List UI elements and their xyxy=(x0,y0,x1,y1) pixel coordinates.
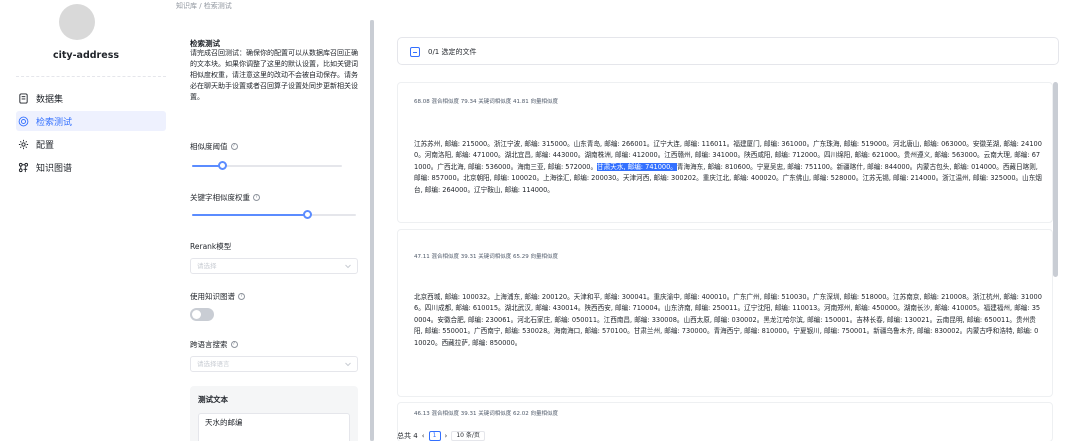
sidebar: city-address 数据集 检索测试 配置 知识图谱 xyxy=(0,0,172,441)
chevron-down-icon xyxy=(345,264,351,269)
similarity-scores: 47.11 混合相似度 39.31 关键词相似度 65.29 向量相似度 xyxy=(414,254,558,260)
result-card: 68.08 混合相似度 79.34 关键词相似度 41.81 向量相似度 江苏苏… xyxy=(397,82,1053,223)
document-icon xyxy=(17,92,29,104)
keyword-weight-label: 关键字相似度权重? xyxy=(190,192,260,203)
result-card: 47.11 混合相似度 39.31 关键词相似度 65.29 向量相似度 北京西… xyxy=(397,229,1053,397)
sidebar-divider xyxy=(16,76,166,77)
cross-lang-select[interactable]: 请选择语言 xyxy=(190,356,358,372)
target-icon xyxy=(17,115,29,127)
test-text-box: 测试文本 天水的邮编 xyxy=(190,386,358,441)
results-scrollbar[interactable] xyxy=(1053,82,1058,441)
toggle-knob xyxy=(192,310,201,319)
rerank-select[interactable]: 请选择 xyxy=(190,258,358,274)
similarity-threshold-label: 相似度阈值? xyxy=(190,141,238,152)
pagination: 总共 4 ‹ 1 › 10 条/页 xyxy=(397,431,485,441)
total-count: 总共 4 xyxy=(397,432,418,440)
prev-page-icon[interactable]: ‹ xyxy=(422,432,425,440)
sidebar-item-label: 知识图谱 xyxy=(36,163,73,174)
help-icon[interactable]: ? xyxy=(230,341,238,348)
help-icon[interactable]: ? xyxy=(238,293,245,300)
page-size-select[interactable]: 10 条/页 xyxy=(451,431,485,441)
sidebar-item-label: 数据集 xyxy=(36,94,64,105)
breadcrumb[interactable]: 知识库 / 检索测试 xyxy=(176,1,232,11)
scrollbar-thumb[interactable] xyxy=(1053,82,1058,277)
kb-name: city-address xyxy=(52,50,119,61)
retrieval-test-page: city-address 数据集 检索测试 配置 知识图谱 知识库 / 检索测试… xyxy=(0,0,1080,441)
gear-icon xyxy=(17,138,29,150)
retrieval-settings-panel: 检索测试 请完成召回测试：确保你的配置可以从数据库召回正确的文本块。如果你调整了… xyxy=(176,20,366,441)
graph-icon xyxy=(17,161,29,173)
test-text-input[interactable]: 天水的邮编 xyxy=(198,413,350,441)
scrollbar-thumb[interactable] xyxy=(370,20,374,441)
slider-track xyxy=(192,214,307,216)
keyword-weight-slider[interactable] xyxy=(192,210,356,220)
keyword-highlight: 甘肃天水, 邮编: 741000。 xyxy=(597,162,677,171)
sidebar-item-config[interactable]: 配置 xyxy=(16,134,166,154)
cross-lang-label: 跨语言搜索? xyxy=(190,339,238,350)
settings-scrollbar[interactable] xyxy=(370,20,374,441)
sidebar-item-retrieval-test[interactable]: 检索测试 xyxy=(16,111,166,131)
chunk-content: 江苏苏州, 邮编: 215000。浙江宁波, 邮编: 315000。山东青岛, … xyxy=(414,140,1042,194)
similarity-scores: 68.08 混合相似度 79.34 关键词相似度 41.81 向量相似度 xyxy=(414,99,558,105)
settings-description: 请完成召回测试：确保你的配置可以从数据库召回正确的文本块。如果你调整了这里的默认… xyxy=(190,49,358,101)
sidebar-item-dataset[interactable]: 数据集 xyxy=(16,88,166,108)
next-page-icon[interactable]: › xyxy=(445,432,448,440)
file-filter-text: 0/1 选定的文件 xyxy=(428,48,477,56)
select-all-checkbox[interactable] xyxy=(410,47,420,57)
chunk-content: 北京西城, 邮编: 100032。上海浦东, 邮编: 200120。天津和平, … xyxy=(414,293,1042,347)
result-list: 68.08 混合相似度 79.34 关键词相似度 41.81 向量相似度 江苏苏… xyxy=(397,82,1059,441)
knowledge-graph-toggle[interactable] xyxy=(190,308,214,321)
similarity-threshold-slider[interactable] xyxy=(192,161,342,171)
rerank-label: Rerank模型 xyxy=(190,242,232,251)
result-card: 46.13 混合相似度 39.31 关键词相似度 62.02 向量相似度 xyxy=(397,402,1053,441)
slider-handle[interactable] xyxy=(218,161,227,170)
page-button[interactable]: 1 xyxy=(428,431,441,441)
file-filter-bar[interactable]: 0/1 选定的文件 xyxy=(397,37,1059,65)
help-icon[interactable]: ? xyxy=(230,143,238,150)
results-panel: 0/1 选定的文件 68.08 混合相似度 79.34 关键词相似度 41.81… xyxy=(397,37,1059,441)
sidebar-item-knowledge-graph[interactable]: 知识图谱 xyxy=(16,157,166,177)
chevron-down-icon xyxy=(345,362,351,367)
test-text-label: 测试文本 xyxy=(198,395,228,404)
sidebar-item-label: 检索测试 xyxy=(36,117,73,128)
sidebar-nav: 数据集 检索测试 配置 知识图谱 xyxy=(16,88,166,180)
slider-handle[interactable] xyxy=(302,210,312,219)
help-icon[interactable]: ? xyxy=(253,194,260,201)
sidebar-item-label: 配置 xyxy=(36,140,55,151)
kb-avatar xyxy=(59,4,95,40)
similarity-scores: 46.13 混合相似度 39.31 关键词相似度 62.02 向量相似度 xyxy=(414,411,558,417)
knowledge-graph-label: 使用知识图谱? xyxy=(190,291,245,302)
